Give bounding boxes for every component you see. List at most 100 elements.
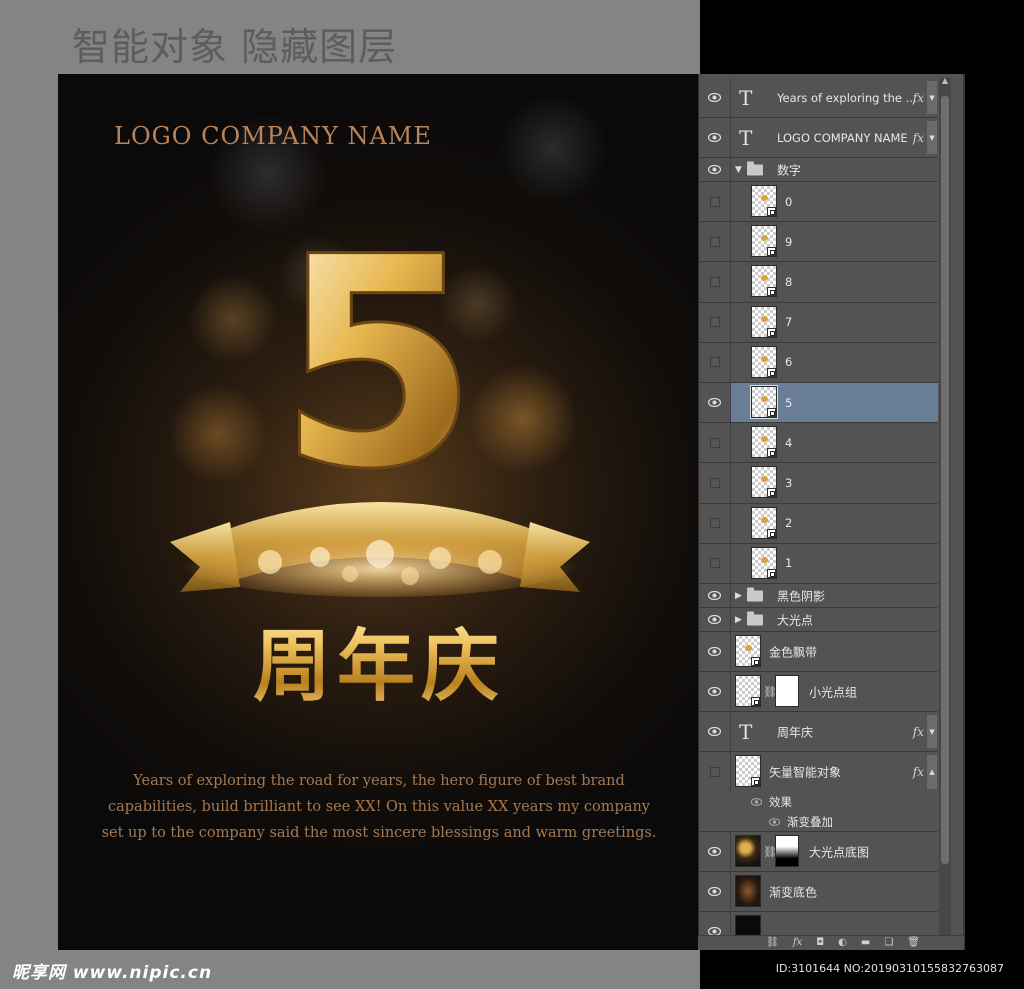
fx-icon[interactable]: fx <box>913 91 924 105</box>
eye-icon <box>708 165 721 174</box>
visibility-toggle[interactable] <box>699 503 731 543</box>
visibility-toggle[interactable] <box>699 832 731 871</box>
smart-object-icon <box>767 367 776 377</box>
hidden-checkbox[interactable] <box>709 518 720 529</box>
layer-group-digits[interactable]: ▼ 数字 <box>699 158 938 182</box>
layer-vector-smart-object[interactable]: 矢量智能对象 fx ▲ <box>699 752 938 792</box>
visibility-toggle[interactable] <box>699 632 731 671</box>
folder-icon[interactable]: ▬ <box>861 938 870 948</box>
hidden-checkbox[interactable] <box>709 767 720 777</box>
layer-mask-thumbnail[interactable] <box>775 835 799 867</box>
visibility-toggle[interactable] <box>699 584 731 607</box>
link-icon[interactable]: ⛓ <box>766 938 779 948</box>
layer-mask-thumbnail[interactable] <box>775 675 799 707</box>
layer-digit-6[interactable]: 6 <box>699 342 938 383</box>
layer-label: 1 <box>785 556 793 571</box>
layer-label: 7 <box>785 315 793 330</box>
text-layer-icon: T <box>739 85 753 110</box>
hidden-checkbox[interactable] <box>709 357 720 368</box>
layer-effects-row[interactable]: 效果 <box>699 792 938 812</box>
expand-effects-icon[interactable]: ▼ <box>927 715 937 748</box>
hidden-checkbox[interactable] <box>709 437 720 448</box>
hidden-checkbox[interactable] <box>709 276 720 287</box>
hidden-checkbox[interactable] <box>709 236 720 247</box>
expand-effects-icon[interactable]: ▼ <box>927 81 937 114</box>
layer-digit-2[interactable]: 2 <box>699 503 938 544</box>
visibility-toggle[interactable] <box>699 302 731 342</box>
eye-icon[interactable] <box>769 817 780 826</box>
visibility-toggle[interactable] <box>699 182 731 222</box>
layer-digit-5[interactable]: 5 <box>699 383 938 424</box>
visibility-toggle[interactable] <box>699 383 731 423</box>
layer-thumbnail <box>751 345 777 378</box>
chevron-down-icon[interactable]: ▼ <box>735 165 742 175</box>
layer-label: 矢量智能对象 <box>769 765 842 780</box>
layer-digit-4[interactable]: 4 <box>699 423 938 464</box>
visibility-toggle[interactable] <box>699 118 731 157</box>
visibility-toggle[interactable] <box>699 262 731 302</box>
layer-effect-gradient-overlay[interactable]: 渐变叠加 <box>699 812 938 832</box>
layers-scrollbar-thumb[interactable] <box>941 96 949 864</box>
visibility-toggle[interactable] <box>699 752 731 792</box>
visibility-toggle[interactable] <box>699 463 731 503</box>
fx-icon[interactable]: fx <box>913 131 924 145</box>
new-layer-icon[interactable]: ❏ <box>884 938 893 948</box>
layer-text-anniversary[interactable]: T 周年庆 fx ▼ <box>699 712 938 752</box>
layer-thumbnail <box>751 426 777 459</box>
number-five-text: 5 <box>278 224 478 494</box>
layer-digit-9[interactable]: 9 <box>699 222 938 263</box>
visibility-toggle[interactable] <box>699 423 731 463</box>
chevron-right-icon[interactable]: ▶ <box>735 591 742 601</box>
visibility-toggle[interactable] <box>699 222 731 262</box>
layer-digit-8[interactable]: 8 <box>699 262 938 303</box>
layer-digit-7[interactable]: 7 <box>699 302 938 343</box>
layer-digit-3[interactable]: 3 <box>699 463 938 504</box>
expand-effects-icon[interactable]: ▼ <box>927 121 937 154</box>
eye-icon <box>708 615 721 624</box>
fx-icon[interactable]: fx <box>913 765 924 779</box>
layer-gradient-base[interactable]: 渐变底色 <box>699 872 938 912</box>
collapse-effects-icon[interactable]: ▲ <box>927 755 937 789</box>
visibility-toggle[interactable] <box>699 158 731 181</box>
layer-gold-ribbon[interactable]: 金色飘带 <box>699 632 938 672</box>
smart-object-icon <box>751 697 760 706</box>
visibility-toggle[interactable] <box>699 78 731 117</box>
layer-thumbnail <box>751 225 777 258</box>
visibility-toggle[interactable] <box>699 342 731 382</box>
layer-text-years[interactable]: T Years of exploring the ... fx ▼ <box>699 78 938 118</box>
layer-label: 5 <box>785 395 793 410</box>
layer-digit-0[interactable]: 0 <box>699 182 938 223</box>
fx-icon[interactable]: fx <box>793 938 802 948</box>
hidden-checkbox[interactable] <box>709 196 720 207</box>
trash-icon[interactable]: 🗑 <box>907 938 920 948</box>
layer-small-dots-group[interactable]: ⛓ 小光点组 <box>699 672 938 712</box>
hidden-checkbox[interactable] <box>709 317 720 328</box>
scroll-up-icon[interactable]: ▲ <box>939 76 951 88</box>
text-layer-icon: T <box>739 125 753 150</box>
folder-icon <box>747 587 763 601</box>
poster-body-text: Years of exploring the road for years, t… <box>101 773 657 841</box>
smart-object-icon <box>767 408 776 417</box>
fx-icon[interactable]: fx <box>913 725 924 739</box>
visibility-toggle[interactable] <box>699 608 731 631</box>
hidden-checkbox[interactable] <box>709 477 720 488</box>
text-layer-icon: T <box>739 719 753 744</box>
layer-big-dots-base[interactable]: ⛓ 大光点底图 <box>699 832 938 872</box>
adjustment-icon[interactable]: ◐ <box>838 938 847 948</box>
mask-icon[interactable]: ◘ <box>816 938 824 948</box>
eye-icon[interactable] <box>751 798 762 806</box>
layer-label: 2 <box>785 516 793 531</box>
hidden-checkbox[interactable] <box>709 558 720 569</box>
visibility-toggle[interactable] <box>699 672 731 711</box>
chevron-right-icon[interactable]: ▶ <box>735 615 742 625</box>
visibility-toggle[interactable] <box>699 712 731 751</box>
layer-digit-1[interactable]: 1 <box>699 543 938 584</box>
layer-group-black-shadow[interactable]: ▶ 黑色阴影 <box>699 584 938 608</box>
visibility-toggle[interactable] <box>699 872 731 911</box>
visibility-toggle[interactable] <box>699 543 731 583</box>
layer-thumbnail <box>751 305 777 338</box>
smart-object-icon <box>767 528 776 538</box>
layer-text-company[interactable]: T LOGO COMPANY NAME fx ▼ <box>699 118 938 158</box>
layer-group-big-dots[interactable]: ▶ 大光点 <box>699 608 938 632</box>
panel-edge <box>963 74 965 950</box>
